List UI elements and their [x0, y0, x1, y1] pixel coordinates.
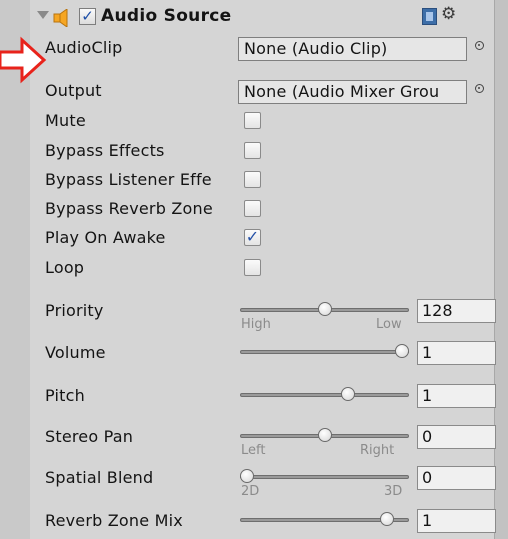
- reverb-zone-mix-slider-thumb[interactable]: [379, 512, 394, 526]
- spatial-blend-min-label: 2D: [241, 484, 260, 499]
- audio-clip-field[interactable]: None (Audio Clip): [238, 37, 467, 61]
- reverb-zone-mix-label: Reverb Zone Mix: [45, 511, 183, 530]
- pitch-slider-track[interactable]: [240, 393, 409, 397]
- play-on-awake-checkbox[interactable]: ✓: [244, 229, 261, 246]
- priority-value-field[interactable]: 128: [417, 299, 496, 323]
- stereo-pan-max-label: Right: [360, 443, 395, 458]
- priority-max-label: Low: [376, 317, 402, 332]
- mute-row: Mute: [30, 109, 494, 137]
- priority-row: Priority High Low 128: [30, 299, 496, 332]
- stereo-pan-slider-thumb[interactable]: [317, 428, 332, 442]
- spatial-blend-slider-track[interactable]: [240, 475, 409, 479]
- component-enabled-checkbox[interactable]: ✓: [79, 8, 96, 25]
- priority-slider-thumb[interactable]: [317, 302, 332, 316]
- object-picker-icon[interactable]: [475, 41, 484, 50]
- bypass-reverb-zones-row: Bypass Reverb Zone: [30, 197, 494, 225]
- pitch-label: Pitch: [45, 386, 85, 405]
- play-on-awake-label: Play On Awake: [45, 228, 166, 247]
- audio-clip-label: AudioClip: [45, 38, 123, 57]
- volume-row: Volume 1: [30, 341, 496, 369]
- volume-value-field[interactable]: 1: [417, 341, 496, 365]
- bypass-listener-effects-row: Bypass Listener Effe: [30, 168, 494, 196]
- object-picker-icon[interactable]: [475, 84, 484, 93]
- spatial-blend-value-field[interactable]: 0: [417, 466, 496, 490]
- reverb-zone-mix-value-field[interactable]: 1: [417, 509, 496, 533]
- reverb-zone-mix-row: Reverb Zone Mix 1: [30, 509, 496, 537]
- priority-min-label: High: [241, 317, 271, 332]
- pitch-row: Pitch 1: [30, 384, 496, 412]
- stereo-pan-label: Stereo Pan: [45, 427, 134, 446]
- play-on-awake-row: Play On Awake ✓: [30, 226, 494, 254]
- red-arrow-icon: [0, 36, 47, 84]
- loop-label: Loop: [45, 258, 85, 277]
- inspector-panel: ✓ Audio Source ⚙ AudioClip None (Audio C…: [30, 0, 496, 539]
- priority-label: Priority: [45, 301, 104, 320]
- spatial-blend-label: Spatial Blend: [45, 468, 154, 487]
- help-book-icon[interactable]: [422, 8, 437, 25]
- foldout-triangle-icon[interactable]: [37, 11, 49, 19]
- bypass-effects-checkbox[interactable]: [244, 142, 261, 159]
- output-field[interactable]: None (Audio Mixer Grou: [238, 80, 467, 104]
- pitch-value-field[interactable]: 1: [417, 384, 496, 408]
- loop-checkbox[interactable]: [244, 259, 261, 276]
- bypass-reverb-zones-label: Bypass Reverb Zone: [45, 199, 213, 218]
- stereo-pan-min-label: Left: [241, 443, 266, 458]
- loop-row: Loop: [30, 256, 494, 284]
- volume-slider-track[interactable]: [240, 350, 409, 354]
- bypass-reverb-zones-checkbox[interactable]: [244, 200, 261, 217]
- output-label: Output: [45, 81, 102, 100]
- bypass-listener-effects-checkbox[interactable]: [244, 171, 261, 188]
- mute-label: Mute: [45, 111, 86, 130]
- bypass-listener-effects-label: Bypass Listener Effe: [45, 170, 212, 189]
- spatial-blend-max-label: 3D: [384, 484, 403, 499]
- bypass-effects-label: Bypass Effects: [45, 141, 165, 160]
- stereo-pan-value-field[interactable]: 0: [417, 425, 496, 449]
- component-header: ✓ Audio Source ⚙: [30, 0, 494, 36]
- stereo-pan-row: Stereo Pan Left Right 0: [30, 425, 496, 458]
- spatial-blend-slider-thumb[interactable]: [240, 469, 254, 483]
- bypass-effects-row: Bypass Effects: [30, 139, 494, 167]
- gear-icon[interactable]: ⚙: [441, 4, 456, 24]
- mute-checkbox[interactable]: [244, 112, 261, 129]
- audio-clip-row: AudioClip None (Audio Clip): [30, 36, 494, 64]
- component-title: Audio Source: [101, 6, 232, 26]
- speaker-icon: [53, 9, 68, 27]
- output-row: Output None (Audio Mixer Grou: [30, 79, 494, 107]
- pitch-slider-thumb[interactable]: [340, 387, 355, 401]
- volume-slider-thumb[interactable]: [395, 344, 409, 358]
- spatial-blend-row: Spatial Blend 2D 3D 0: [30, 466, 496, 499]
- scrollbar-track[interactable]: [494, 0, 508, 539]
- volume-label: Volume: [45, 343, 106, 362]
